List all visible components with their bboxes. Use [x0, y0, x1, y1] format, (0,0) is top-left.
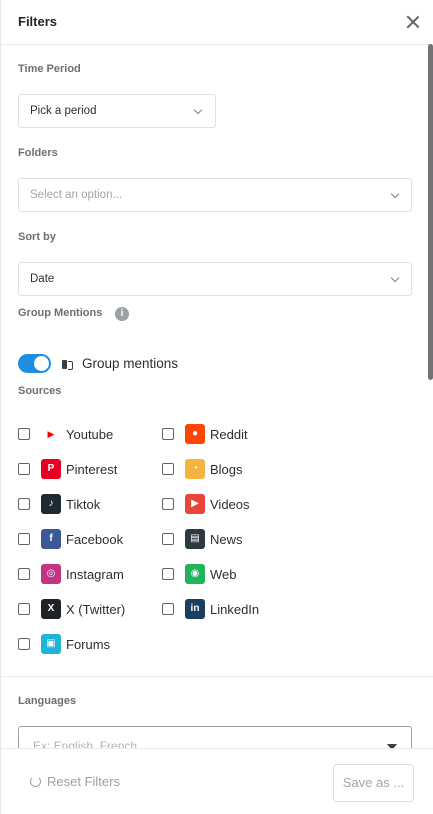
source-label: Facebook — [66, 532, 124, 547]
source-checkbox[interactable] — [18, 428, 30, 440]
web-icon: ◉ — [185, 564, 205, 584]
source-label: Videos — [210, 497, 250, 512]
source-checkbox[interactable] — [162, 568, 174, 580]
source-label: Youtube — [66, 427, 114, 442]
source-item: P Pinterest — [18, 459, 148, 479]
pinterest-icon: P — [41, 459, 61, 479]
source-checkbox[interactable] — [18, 638, 30, 650]
chevron-down-icon — [390, 189, 400, 199]
source-checkbox[interactable] — [162, 463, 174, 475]
source-item: ◎ Instagram — [18, 564, 148, 584]
source-label: Web — [210, 567, 237, 582]
source-label: News — [210, 532, 243, 547]
source-item: in LinkedIn — [162, 599, 292, 619]
youtube-icon: ▶ — [41, 424, 61, 444]
tiktok-icon: ♪ — [41, 494, 61, 514]
sources-label: Sources — [18, 385, 62, 397]
group-mentions-label: Group Mentions — [18, 307, 103, 319]
folders-placeholder: Select an option... — [30, 189, 123, 201]
group-mentions-toggle[interactable] — [18, 354, 51, 373]
panel-header: Filters — [1, 0, 433, 45]
source-checkbox[interactable] — [162, 428, 174, 440]
source-item: ◔ Blogs — [162, 459, 292, 479]
panel-title: Filters — [18, 14, 58, 29]
source-checkbox[interactable] — [18, 533, 30, 545]
news-icon: ▤ — [185, 529, 205, 549]
source-item: ● Reddit — [162, 424, 292, 444]
toggle-knob — [34, 356, 49, 371]
sort-by-label: Sort by — [18, 231, 56, 243]
folders-select[interactable]: Select an option... — [18, 178, 412, 212]
source-item: ▶ Videos — [162, 494, 292, 514]
instagram-icon: ◎ — [41, 564, 61, 584]
video-icon: ▶ — [185, 494, 205, 514]
group-icon — [62, 359, 73, 370]
reset-filters-label: Reset Filters — [47, 774, 120, 789]
reddit-icon: ● — [185, 424, 205, 444]
languages-label: Languages — [18, 695, 77, 707]
source-label: Instagram — [66, 567, 124, 582]
source-checkbox[interactable] — [18, 463, 30, 475]
scrollbar[interactable] — [428, 44, 433, 380]
source-item: f Facebook — [18, 529, 148, 549]
source-checkbox[interactable] — [162, 533, 174, 545]
time-period-select[interactable]: Pick a period — [18, 94, 216, 128]
reset-filters-button[interactable]: Reset Filters — [30, 774, 120, 789]
folders-label: Folders — [18, 147, 58, 159]
forums-icon: ▣ — [41, 634, 61, 654]
source-label: Pinterest — [66, 462, 118, 477]
source-checkbox[interactable] — [18, 498, 30, 510]
source-item: ▤ News — [162, 529, 292, 549]
divider — [1, 676, 433, 677]
source-label: Tiktok — [66, 497, 101, 512]
sort-by-value: Date — [30, 273, 55, 285]
refresh-icon — [30, 776, 41, 787]
panel-footer: Reset Filters Save as ... — [1, 748, 433, 814]
info-icon[interactable]: i — [115, 307, 129, 321]
source-item: ▶ Youtube — [18, 424, 148, 444]
save-as-button[interactable]: Save as ... — [333, 764, 414, 802]
source-label: LinkedIn — [210, 602, 260, 617]
chevron-down-icon — [390, 273, 400, 283]
time-period-label: Time Period — [18, 63, 81, 75]
source-label: Reddit — [210, 427, 248, 442]
source-item: ▣ Forums — [18, 634, 148, 654]
source-label: Blogs — [210, 462, 243, 477]
source-item: ◉ Web — [162, 564, 292, 584]
source-checkbox[interactable] — [18, 568, 30, 580]
group-mentions-toggle-label: Group mentions — [82, 356, 179, 371]
source-checkbox[interactable] — [162, 603, 174, 615]
linkedin-icon: in — [185, 599, 205, 619]
source-label: Forums — [66, 637, 111, 652]
facebook-icon: f — [41, 529, 61, 549]
sort-by-select[interactable]: Date — [18, 262, 412, 296]
time-period-value: Pick a period — [30, 105, 97, 117]
chevron-down-icon — [193, 105, 203, 115]
source-item: X X (Twitter) — [18, 599, 148, 619]
source-label: X (Twitter) — [66, 602, 126, 617]
source-checkbox[interactable] — [18, 603, 30, 615]
rss-icon: ◔ — [185, 459, 205, 479]
close-icon[interactable] — [405, 14, 421, 30]
source-checkbox[interactable] — [162, 498, 174, 510]
x-icon: X — [41, 599, 61, 619]
filters-panel: Filters Time Period Pick a period Folder… — [0, 0, 433, 814]
source-item: ♪ Tiktok — [18, 494, 148, 514]
